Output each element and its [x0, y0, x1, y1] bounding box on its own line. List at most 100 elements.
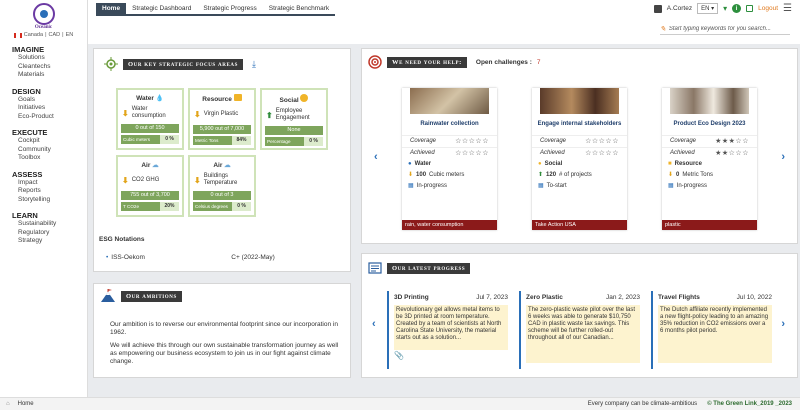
coverage-stars: ☆☆☆☆☆ [455, 138, 489, 145]
social-icon [300, 94, 309, 102]
brand[interactable]: Oceanic Canada | CAD | EN [0, 0, 87, 38]
nav-heading[interactable]: IMAGINE [12, 45, 87, 54]
nav-item-goals[interactable]: Goals [12, 96, 87, 105]
bullet-icon: • [106, 254, 109, 261]
progress-card-text: The zero-plastic waste pilot over the la… [526, 305, 640, 363]
nav-heading[interactable]: LEARN [12, 211, 87, 220]
nav-item-sustainability[interactable]: Sustainability [12, 220, 87, 229]
logout-link[interactable]: Logout [758, 5, 778, 12]
nav-item-materials[interactable]: Materials [12, 71, 87, 80]
nav-item-regulatory[interactable]: Regulatory [12, 229, 87, 238]
focus-panel: Our key strategic focus areas ⤓ Water 💧 … [93, 48, 351, 272]
nav-item-eco-product[interactable]: Eco-Product [12, 113, 87, 122]
kpi-percent: 20% [160, 202, 179, 211]
progress-card-date: Jul 7, 2023 [476, 294, 508, 301]
kpi-card-social[interactable]: Social ⬆ Employee Engagement None Percent… [260, 88, 328, 150]
locale[interactable]: Canada | CAD | EN [0, 32, 87, 38]
challenge-card[interactable]: Engage internal stakeholders Coverage ☆☆☆… [532, 88, 627, 230]
newspaper-icon [368, 262, 382, 274]
kpi-card-resource[interactable]: Resource ⬇ Virgin Plastic 5,900 out of 7,… [188, 88, 256, 150]
nav-section-imagine: IMAGINE Solutions Cleantechs Materials [12, 45, 87, 80]
left-nav: Oceanic Canada | CAD | EN IMAGINE Soluti… [0, 0, 88, 397]
tab-home[interactable]: Home [96, 3, 127, 14]
user-name[interactable]: A.Cortez [667, 5, 692, 12]
achieved-stars: ☆☆☆☆☆ [455, 150, 489, 157]
nav-item-reports[interactable]: Reports [12, 187, 87, 196]
footer: ⌂ Home Every company can be climate-ambi… [0, 397, 800, 410]
tab-strategic-benchmark[interactable]: Strategic Benchmark [263, 3, 335, 14]
top-bar: Home Strategic Dashboard Strategic Progr… [88, 0, 800, 44]
nav-item-solutions[interactable]: Solutions [12, 54, 87, 63]
challenges-panel: We need your help: Open challenges : 7 ‹… [361, 48, 798, 244]
progress-card[interactable]: Zero Plastic Jan 2, 2023 The zero-plastic… [519, 291, 645, 369]
challenge-card[interactable]: Rainwater collection Coverage ☆☆☆☆☆ Achie… [402, 88, 497, 230]
tab-strategic-progress[interactable]: Strategic Progress [197, 3, 262, 14]
focus-panel-title: Our key strategic focus areas [123, 58, 243, 70]
user-controls: A.Cortez EN ▾ ▾ i Logout ☰ [653, 3, 792, 14]
pulldown-arrow-icon[interactable]: ▾ [723, 4, 727, 13]
challenge-category: Social [544, 161, 563, 167]
challenge-amount: 0 [676, 172, 680, 178]
paperclip-icon[interactable]: 📎 [394, 351, 508, 360]
share-icon[interactable] [746, 5, 754, 12]
nav-item-cleantechs[interactable]: Cleantechs [12, 63, 87, 72]
progress-card-text: The Dutch affiliate recently implemented… [658, 305, 772, 363]
progress-card-title: Zero Plastic [526, 294, 563, 301]
progress-panel: Our latest progress ‹ › 3D Printing Jul 7… [361, 253, 798, 378]
nav-heading[interactable]: ASSESS [12, 170, 87, 179]
challenge-image [670, 88, 749, 114]
resource-icon: ■ [668, 161, 672, 167]
mountain-flag-icon [101, 289, 115, 302]
carousel-prev-icon[interactable]: ‹ [372, 318, 376, 330]
progress-card[interactable]: Travel Flights Jul 10, 2022 The Dutch aff… [651, 291, 777, 369]
currency: CAD [48, 32, 61, 38]
carousel-next-icon[interactable]: › [781, 318, 785, 330]
arrow-down-icon: ⬇ [194, 109, 201, 119]
challenge-status: In-progress [676, 183, 708, 189]
coverage-label: Coverage [410, 138, 437, 144]
arrow-down-icon: ⬇ [194, 175, 201, 185]
challenge-title: Product Eco Design 2023 [673, 121, 746, 127]
nav-item-toolbox[interactable]: Toolbox [12, 154, 87, 163]
esg-title: ESG Notations [99, 236, 145, 243]
nav-item-impact[interactable]: Impact [12, 179, 87, 188]
arrow-up-icon: ⬆ [266, 110, 273, 120]
challenge-status: To-start [546, 183, 567, 189]
coverage-stars: ☆☆☆☆☆ [585, 138, 619, 145]
challenge-unit: # of projects [559, 172, 592, 178]
challenge-category: Resource [674, 161, 702, 167]
info-icon[interactable]: i [732, 4, 742, 13]
carousel-prev-icon[interactable]: ‹ [374, 151, 378, 163]
progress-card[interactable]: 3D Printing Jul 7, 2023 Revolutionary gel… [387, 291, 513, 369]
nav-item-storytelling[interactable]: Storytelling [12, 196, 87, 205]
canada-flag-icon [13, 32, 22, 38]
nav-item-strategy[interactable]: Strategy [12, 237, 87, 246]
ambitions-title: Our ambitions [121, 290, 182, 302]
kpi-card-water[interactable]: Water 💧 ⬇ Water consumption 0 out of 150 … [116, 88, 184, 150]
ambitions-paragraph-2: We will achieve this through our own sus… [110, 342, 339, 365]
nav-item-cockpit[interactable]: Cockpit [12, 137, 87, 146]
esg-row: • ISS-Oekom C+ (2022-May) [106, 254, 341, 261]
challenge-card[interactable]: Product Eco Design 2023 Coverage ★★★☆☆ Ac… [662, 88, 757, 230]
kpi-percent: 0 % [232, 202, 251, 211]
kpi-card-air-co2[interactable]: Air ☁ ⬇ CO2 GHG 755 out of 3,700 T CO2e 20… [116, 155, 184, 217]
download-icon[interactable]: ⤓ [252, 59, 256, 70]
tab-strategic-dashboard[interactable]: Strategic Dashboard [126, 3, 197, 14]
language-select[interactable]: EN ▾ [697, 3, 719, 14]
search-input[interactable] [668, 26, 787, 32]
nav-heading[interactable]: EXECUTE [12, 128, 87, 137]
nav-item-community[interactable]: Community [12, 146, 87, 155]
coverage-label: Coverage [670, 138, 697, 144]
achieved-label: Achieved [540, 150, 565, 156]
esg-name: ISS-Oekom [111, 254, 145, 261]
carousel-next-icon[interactable]: › [781, 151, 785, 163]
nav-item-initiatives[interactable]: Initiatives [12, 104, 87, 113]
footer-home-link[interactable]: Home [18, 401, 34, 407]
menu-icon[interactable]: ☰ [783, 3, 792, 14]
challenge-image [540, 88, 619, 114]
arrow-down-icon: ⬇ [122, 175, 129, 185]
nav-heading[interactable]: DESIGN [12, 87, 87, 96]
home-icon[interactable]: ⌂ [6, 401, 10, 407]
kpi-card-air-buildings[interactable]: Air ☁ ⬇ Buildings Temperature 0 out of 3 … [188, 155, 256, 217]
progress-card-text: Revolutionary gel allows metal items to … [394, 305, 508, 350]
